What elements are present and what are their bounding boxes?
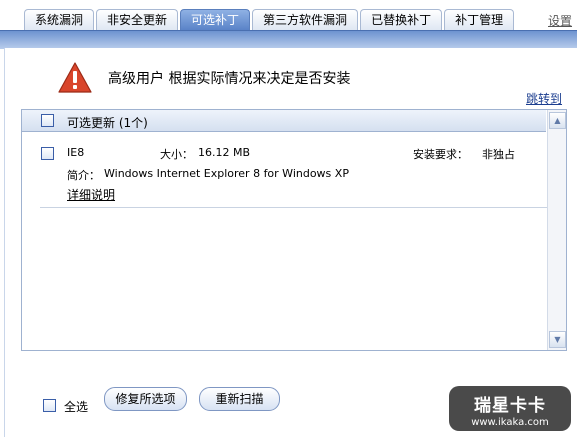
- list-header: 可选更新 (1个): [22, 110, 546, 132]
- tab-optional-patches[interactable]: 可选补丁: [180, 9, 251, 30]
- vertical-scrollbar[interactable]: ▲ ▼: [547, 110, 566, 350]
- size-label: 大小：: [160, 148, 193, 161]
- tab-bar: 系统漏洞 非安全更新 可选补丁 第三方软件漏洞 已替换补丁 补丁管理 设置: [0, 0, 577, 30]
- tab-third-party-vulnerabilities[interactable]: 第三方软件漏洞: [252, 9, 359, 30]
- header-checkbox[interactable]: [41, 114, 54, 127]
- install-requirement-label: 安装要求：: [413, 148, 468, 161]
- size-value: 16.12 MB: [198, 146, 251, 159]
- jump-to-link[interactable]: 跳转到: [526, 90, 562, 107]
- tab-non-security-updates[interactable]: 非安全更新: [96, 9, 179, 30]
- tab-system-vulnerabilities[interactable]: 系统漏洞: [24, 9, 95, 30]
- description-label: 简介：: [67, 169, 100, 182]
- header-band: [0, 30, 577, 49]
- settings-link[interactable]: 设置: [548, 12, 572, 29]
- scroll-down-icon[interactable]: ▼: [549, 331, 566, 348]
- optional-updates-panel: 可选更新 (1个) IE8 大小： 16.12 MB 安装要求： 非独占 简介：…: [21, 109, 567, 351]
- item-divider: [40, 207, 548, 208]
- tab-replaced-patches[interactable]: 已替换补丁: [360, 9, 443, 30]
- install-requirement-value: 非独占: [482, 148, 515, 161]
- tab-list: 系统漏洞 非安全更新 可选补丁 第三方软件漏洞 已替换补丁 补丁管理: [24, 9, 516, 30]
- select-all-label: 全选: [64, 400, 89, 414]
- warning-triangle-icon: [58, 62, 92, 93]
- ie8-checkbox[interactable]: [41, 147, 54, 160]
- rescan-button[interactable]: 重新扫描: [199, 387, 280, 411]
- watermark-url: www.ikaka.com: [471, 417, 549, 428]
- update-name: IE8: [67, 146, 85, 159]
- description-value: Windows Internet Explorer 8 for Windows …: [104, 167, 349, 180]
- select-all-checkbox[interactable]: [43, 399, 56, 412]
- list-header-label: 可选更新 (1个): [67, 116, 148, 130]
- tab-patch-management[interactable]: 补丁管理: [444, 9, 515, 30]
- details-link[interactable]: 详细说明: [67, 186, 115, 203]
- watermark-logo: 瑞星卡卡 www.ikaka.com: [449, 386, 571, 431]
- scroll-up-icon[interactable]: ▲: [549, 112, 566, 129]
- repair-selected-button[interactable]: 修复所选项: [104, 387, 187, 411]
- warning-message: 高级用户 根据实际情况来决定是否安装: [108, 71, 351, 87]
- watermark-title: 瑞星卡卡: [474, 396, 546, 416]
